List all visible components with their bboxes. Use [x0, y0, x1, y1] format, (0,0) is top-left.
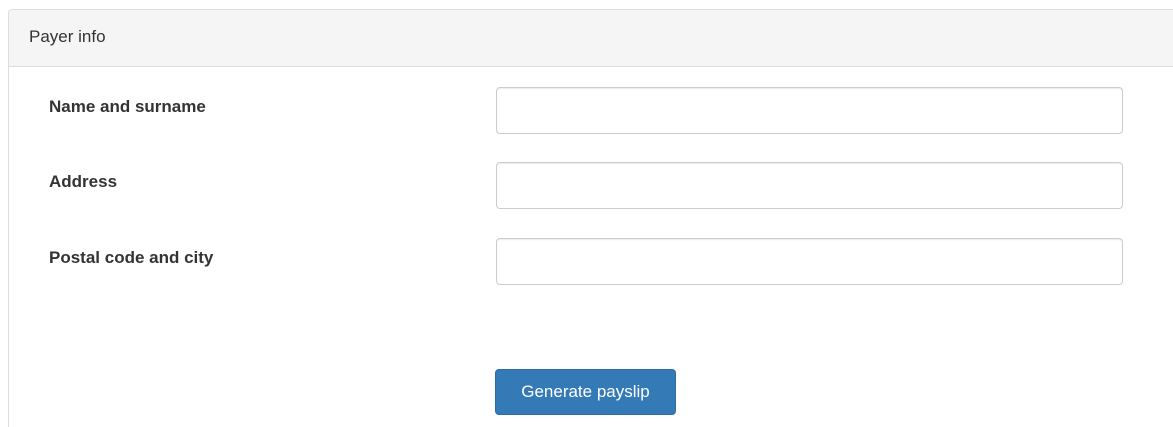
address-input[interactable]	[496, 162, 1123, 209]
postal-input[interactable]	[496, 238, 1123, 285]
postal-label: Postal code and city	[49, 248, 214, 267]
name-label: Name and surname	[49, 97, 206, 116]
generate-payslip-button[interactable]: Generate payslip	[495, 369, 676, 415]
panel-heading: Payer info	[9, 10, 1173, 67]
payer-info-panel: Payer info Name and surname Address Post…	[8, 9, 1173, 427]
name-input[interactable]	[496, 87, 1123, 134]
address-label: Address	[49, 172, 118, 191]
